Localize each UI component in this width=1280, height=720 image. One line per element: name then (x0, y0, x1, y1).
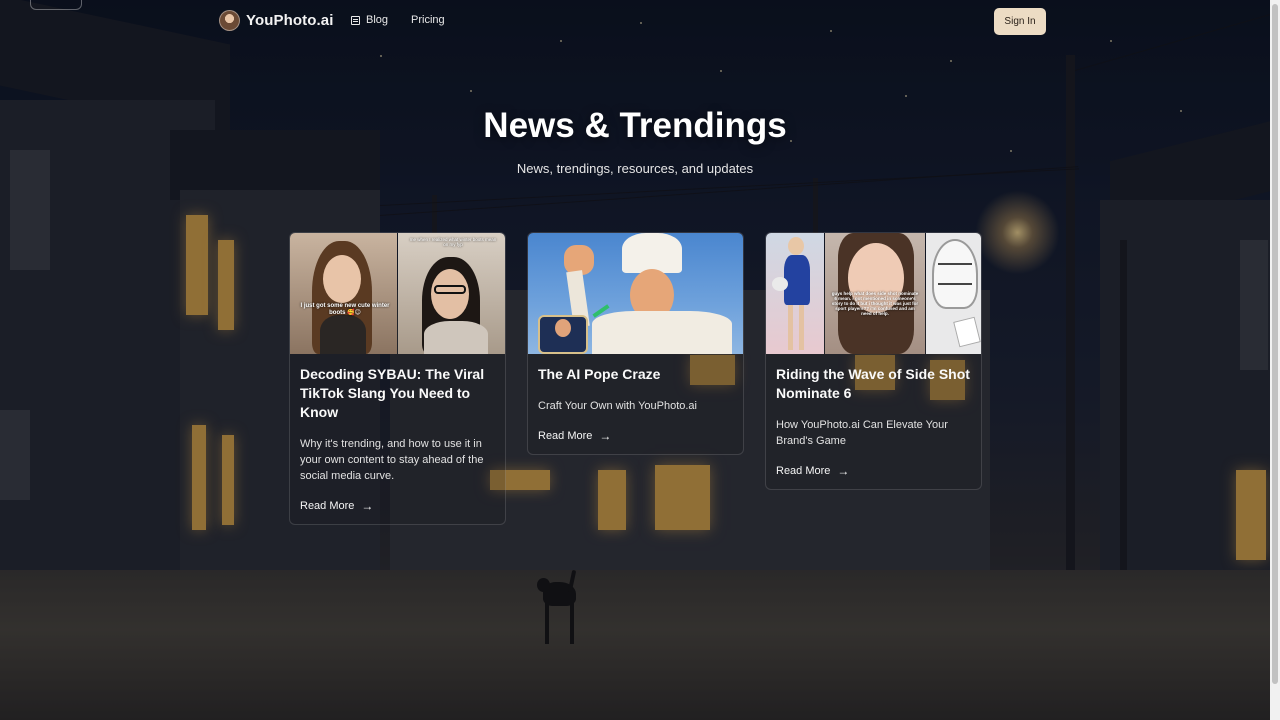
card-title[interactable]: The AI Pope Craze (538, 365, 733, 384)
document-icon (351, 15, 360, 25)
page-title: News & Trendings (483, 106, 787, 145)
read-more-link[interactable]: Read More → (538, 430, 733, 442)
read-more-label: Read More (538, 430, 593, 442)
sign-in-button[interactable]: Sign In (994, 8, 1046, 35)
card-title[interactable]: Riding the Wave of Side Shot Nominate 6 (776, 365, 971, 403)
read-more-label: Read More (300, 500, 355, 512)
read-more-link[interactable]: Read More → (776, 465, 971, 477)
nav-label-blog: Blog (366, 14, 389, 26)
thumbnail-caption-left: I just got some new cute winter boots 🥰😊 (300, 303, 390, 316)
arrow-right-icon: → (361, 499, 374, 513)
card-description: Craft Your Own with YouPhoto.ai (538, 400, 697, 412)
thumbnail-caption-center: guys help what does side shot nominate 6… (831, 291, 919, 316)
thumbnail-caption-right: me when I realized what winter boots mea… (409, 237, 497, 247)
card-thumbnail[interactable]: I just got some new cute winter boots 🥰😊… (290, 233, 505, 354)
read-more-label: Read More (776, 465, 831, 477)
scrollbar-thumb[interactable] (1272, 4, 1278, 684)
page-scrollbar[interactable] (1270, 0, 1280, 720)
nav-link-blog[interactable]: Blog (351, 14, 388, 26)
card-title[interactable]: Decoding SYBAU: The Viral TikTok Slang Y… (300, 365, 495, 422)
article-card-side-shot[interactable]: guys help what does side shot nominate 6… (765, 232, 982, 490)
card-thumbnail[interactable] (528, 233, 743, 354)
arrow-right-icon: → (837, 464, 850, 478)
article-card-sybau[interactable]: I just got some new cute winter boots 🥰😊… (289, 232, 506, 525)
article-card-ai-pope[interactable]: The AI Pope Craze Craft Your Own with Yo… (527, 232, 744, 455)
brand-logo-link[interactable]: YouPhoto.ai (219, 10, 333, 31)
card-description: Why it's trending, and how to use it in … (300, 438, 484, 482)
nav-link-pricing[interactable]: Pricing (411, 14, 445, 254)
site-header: YouPhoto.ai Blog Pricing Sign In (0, 0, 1270, 254)
card-description: How YouPhoto.ai Can Elevate Your Brand's… (776, 419, 948, 447)
page-subtitle: News, trendings, resources, and updates (516, 161, 754, 176)
brand-avatar-icon (219, 10, 240, 31)
nav-label-pricing: Pricing (411, 14, 445, 26)
brand-name: YouPhoto.ai (246, 12, 334, 29)
read-more-link[interactable]: Read More → (300, 500, 495, 512)
arrow-right-icon: → (599, 429, 612, 443)
card-thumbnail[interactable]: guys help what does side shot nominate 6… (766, 233, 981, 354)
